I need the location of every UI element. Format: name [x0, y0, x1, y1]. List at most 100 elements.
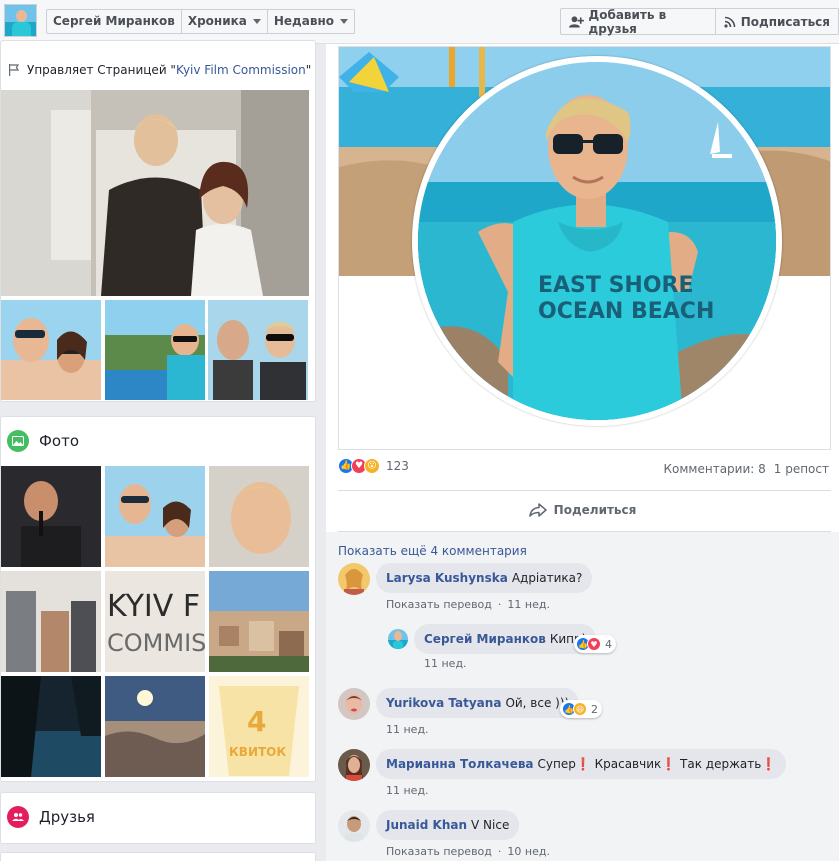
featured-thumb[interactable] [104, 300, 206, 400]
comment-bubble: Yurikova Tatyana Ой, все ))) [376, 688, 580, 718]
commenter-name[interactable]: Yurikova Tatyana [386, 688, 501, 718]
share-icon [528, 503, 547, 517]
reaction-count: 123 [386, 459, 409, 473]
comment-time[interactable]: 11 нед. [386, 723, 429, 736]
show-translation-link[interactable]: Показать перевод [386, 845, 492, 858]
reaction-count: 2 [591, 702, 598, 716]
svg-text:4: 4 [247, 705, 266, 738]
friends-icon [7, 806, 29, 828]
photo-thumb[interactable] [209, 466, 309, 567]
avatar[interactable] [338, 688, 370, 720]
kyiv-film-commission-link[interactable]: Kyiv Film Commission [176, 63, 306, 77]
comment-reactions[interactable]: 👍 ♥ 4 [574, 635, 616, 653]
avatar[interactable] [338, 563, 370, 595]
chevron-down-icon [252, 19, 261, 24]
commenter-name[interactable]: Марианна Толкачева [386, 749, 534, 779]
add-friend-label: Добавить в друзья [588, 7, 667, 36]
comment-meta: Показать перевод · 10 нед. [386, 845, 550, 858]
photo-icon [7, 430, 29, 452]
comments-count[interactable]: Комментарии: 8 [664, 462, 766, 476]
breadcrumb: Сергей Миранков Хроника Недавно [46, 9, 355, 34]
comment-meta: 11 нед. [424, 657, 467, 670]
comment-time[interactable]: 11 нед. [386, 784, 429, 797]
profile-picture-post[interactable]: EAST SHORE OCEAN BEACH [338, 46, 831, 450]
photo-thumb[interactable] [1, 571, 101, 672]
breadcrumb-profile-name[interactable]: Сергей Миранков [47, 10, 182, 33]
svg-text:КВИТОК: КВИТОК [229, 745, 286, 759]
next-card [0, 852, 316, 861]
intro-featured-thumbs [1, 300, 309, 400]
intro-card: Управляет Страницей "Kyiv Film Commissio… [0, 40, 316, 402]
featured-photo[interactable] [1, 90, 309, 296]
commenter-name[interactable]: Сергей Миранков [424, 624, 546, 654]
breadcrumb-timeline-dropdown[interactable]: Хроника [182, 10, 268, 33]
left-column: Управляет Страницей "Kyiv Film Commissio… [0, 40, 326, 861]
subscribe-label: Подписаться [740, 14, 830, 29]
friends-section-title[interactable]: Друзья [7, 806, 95, 828]
reposts-count[interactable]: 1 репост [774, 462, 829, 476]
flag-icon [9, 64, 20, 76]
comment-time[interactable]: 11 нед. [507, 598, 550, 611]
divider [338, 490, 831, 491]
photos-grid: KYIV F COMMIS 4 КВИТОК [1, 466, 309, 777]
manages-page-row: Управляет Страницей "Kyiv Film Commissio… [7, 63, 311, 77]
profile-picture[interactable]: EAST SHORE OCEAN BEACH [412, 56, 782, 426]
photos-section-title[interactable]: Фото [7, 430, 79, 452]
photo-thumb[interactable] [209, 571, 309, 672]
comment: Yurikova Tatyana Ой, все ))) [338, 688, 580, 720]
photo-thumb[interactable] [105, 676, 205, 777]
photos-title: Фото [39, 432, 80, 450]
profile-avatar-small[interactable] [4, 4, 37, 37]
photo-thumb[interactable]: KYIV F COMMIS [105, 571, 205, 672]
post-stats: Комментарии: 8 1 репост [664, 462, 829, 476]
photo-thumb[interactable] [1, 466, 101, 567]
show-more-comments-link[interactable]: Показать ещё 4 комментария [338, 544, 527, 558]
profile-actions: Добавить в друзья Подписаться [560, 7, 839, 36]
reaction-count: 4 [605, 637, 612, 651]
comment-time[interactable]: 10 нед. [507, 845, 550, 858]
featured-thumb[interactable] [1, 300, 102, 400]
comment-meta: 11 нед. [386, 723, 429, 736]
comment-text: V Nice [471, 818, 510, 832]
commenter-name[interactable]: Junaid Khan [386, 810, 467, 840]
photo-thumb[interactable]: 4 КВИТОК [209, 676, 309, 777]
add-friend-button[interactable]: Добавить в друзья [561, 7, 716, 36]
featured-thumb[interactable] [208, 300, 309, 400]
wow-icon: 😮 [364, 458, 380, 474]
manages-quote: " [305, 63, 312, 77]
top-bar: Сергей Миранков Хроника Недавно Добавить… [0, 0, 839, 44]
comment: Марианна Толкачева Супер❗ Красавчик❗ Так … [338, 749, 787, 781]
avatar[interactable] [388, 629, 408, 649]
avatar[interactable] [338, 749, 370, 781]
comment-reply: Сергей Миранков Кипр) [388, 624, 597, 654]
comment-text: Ой, все ))) [505, 696, 570, 710]
svg-text:COMMIS: COMMIS [107, 629, 205, 657]
share-button[interactable]: Поделиться [326, 499, 839, 521]
comment: Larysa Kushynska Адріатика? [338, 563, 593, 595]
share-label: Поделиться [553, 503, 637, 517]
comment-bubble: Сергей Миранков Кипр) [414, 624, 597, 654]
show-translation-link[interactable]: Показать перевод [386, 598, 492, 611]
comment-meta: Показать перевод · 11 нед. [386, 598, 550, 611]
add-friend-icon [569, 15, 584, 27]
subscribe-button[interactable]: Подписаться [716, 9, 838, 34]
comment-reactions[interactable]: 👍 😆 2 [560, 700, 602, 718]
photo-thumb[interactable] [105, 466, 205, 567]
comment-text: Супер❗ Красавчик❗ Так держать❗ [537, 757, 777, 771]
shirt-print-line2: OCEAN BEACH [538, 299, 714, 324]
photo-thumb[interactable] [1, 676, 101, 777]
comment-time[interactable]: 11 нед. [424, 657, 467, 670]
avatar[interactable] [338, 810, 370, 842]
friends-title: Друзья [39, 808, 95, 826]
comment-bubble: Larysa Kushynska Адріатика? [376, 563, 593, 593]
haha-icon: 😆 [573, 702, 587, 716]
post-reactions[interactable]: 👍 ♥ 😮 123 [338, 458, 409, 474]
breadcrumb-recent-dropdown[interactable]: Недавно [268, 10, 354, 33]
manages-label: Управляет Страницей " [27, 63, 176, 77]
chevron-down-icon [339, 19, 348, 24]
post-column: EAST SHORE OCEAN BEACH 👍 ♥ 😮 123 Коммент… [326, 44, 839, 861]
friends-card: Друзья [0, 792, 316, 844]
svg-text:KYIV F: KYIV F [107, 589, 200, 624]
commenter-name[interactable]: Larysa Kushynska [386, 563, 508, 593]
love-icon: ♥ [587, 637, 601, 651]
